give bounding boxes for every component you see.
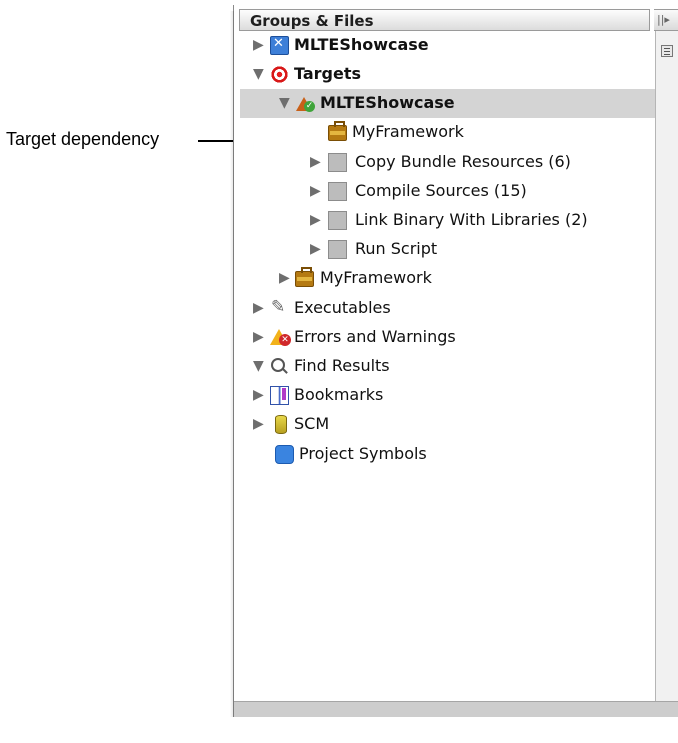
- disclosure-triangle[interactable]: ▼: [253, 67, 264, 81]
- build-phase-icon: [328, 240, 347, 259]
- tree-item-label: Find Results: [294, 356, 390, 375]
- tree-item-label: Project Symbols: [299, 444, 427, 463]
- tree-row-targets[interactable]: ▼ Targets: [240, 60, 655, 89]
- framework-briefcase-icon: [295, 267, 314, 287]
- build-phase-icon: [328, 211, 347, 230]
- target-icon: [270, 65, 289, 84]
- tree-item-label: MLTEShowcase: [320, 93, 455, 112]
- tree-row-compile-sources[interactable]: ▶ Compile Sources (15): [240, 177, 655, 206]
- build-phase-icon: [328, 182, 347, 201]
- disclosure-triangle[interactable]: ▶: [253, 388, 264, 402]
- tree-row-project[interactable]: ▶ MLTEShowcase: [240, 31, 655, 60]
- annotation-label: Target dependency: [6, 129, 160, 149]
- tree-item-label: MyFramework: [320, 268, 432, 287]
- disclosure-triangle[interactable]: ▼: [253, 359, 264, 373]
- tree-item-label: Targets: [294, 64, 362, 83]
- disclosure-triangle[interactable]: ▶: [310, 155, 321, 169]
- executable-icon: [270, 297, 289, 318]
- disclosure-triangle[interactable]: ▶: [310, 184, 321, 198]
- tree-row-target-myframework[interactable]: ▶ MyFramework: [240, 264, 655, 293]
- disclosure-triangle[interactable]: ▼: [279, 96, 290, 110]
- symbols-cube-icon: [275, 445, 294, 464]
- column-header[interactable]: Groups & Files: [239, 9, 650, 31]
- tree-item-label: Errors and Warnings: [294, 327, 456, 346]
- column-header-title: Groups & Files: [250, 12, 374, 30]
- tree-item-label: Bookmarks: [294, 385, 384, 404]
- bookmarks-icon: [270, 386, 289, 405]
- disclosure-triangle[interactable]: ▶: [253, 330, 264, 344]
- magnifier-icon: [270, 357, 289, 376]
- column-toggle-button[interactable]: ||▸: [654, 9, 678, 31]
- disclosure-triangle[interactable]: ▶: [310, 242, 321, 256]
- bottom-status-bar: [234, 701, 678, 717]
- tree-row-copy-bundle-resources[interactable]: ▶ Copy Bundle Resources (6): [240, 148, 655, 177]
- build-phase-icon: [328, 153, 347, 172]
- disclosure-triangle[interactable]: ▶: [253, 301, 264, 315]
- disclosure-triangle[interactable]: ▶: [253, 38, 264, 52]
- disclosure-triangle[interactable]: ▶: [279, 271, 290, 285]
- tree-item-label: Compile Sources (15): [355, 181, 527, 200]
- tree-item-label: Link Binary With Libraries (2): [355, 210, 588, 229]
- warning-icon: [270, 328, 291, 347]
- tree-item-label: SCM: [294, 414, 330, 433]
- tree-item-label: MLTEShowcase: [294, 35, 429, 54]
- tree-item-label: MyFramework: [352, 122, 464, 141]
- xcode-project-icon: [270, 36, 289, 55]
- tree-row-bookmarks[interactable]: ▶ Bookmarks: [240, 381, 655, 410]
- tree-row-link-binary[interactable]: ▶ Link Binary With Libraries (2): [240, 206, 655, 235]
- application-target-icon: [295, 94, 315, 113]
- detail-view-strip: [655, 31, 678, 701]
- tree-row-run-script[interactable]: ▶ Run Script: [240, 235, 655, 264]
- detail-view-icon[interactable]: [661, 45, 673, 57]
- tree-row-scm[interactable]: ▶ SCM: [240, 410, 655, 439]
- scm-icon: [275, 415, 287, 434]
- tree-row-target-mlteshowcase[interactable]: ▼ MLTEShowcase: [240, 89, 655, 118]
- disclosure-triangle[interactable]: ▶: [310, 213, 321, 227]
- tree-row-executables[interactable]: ▶ Executables: [240, 294, 655, 323]
- tree-row-errors-warnings[interactable]: ▶ Errors and Warnings: [240, 323, 655, 352]
- tree-item-label: Run Script: [355, 239, 438, 258]
- groups-and-files-panel: Groups & Files ||▸ ▶ MLTEShowcase ▼ Targ…: [230, 5, 678, 717]
- tree-item-label: Executables: [294, 298, 391, 317]
- framework-briefcase-icon: [328, 121, 347, 141]
- disclosure-triangle[interactable]: ▶: [253, 417, 264, 431]
- tree-row-find-results[interactable]: ▼ Find Results: [240, 352, 655, 381]
- tree-item-label: Copy Bundle Resources (6): [355, 152, 571, 171]
- tree-row-project-symbols[interactable]: Project Symbols: [240, 440, 655, 469]
- tree-row-dependency-myframework[interactable]: MyFramework: [240, 118, 655, 147]
